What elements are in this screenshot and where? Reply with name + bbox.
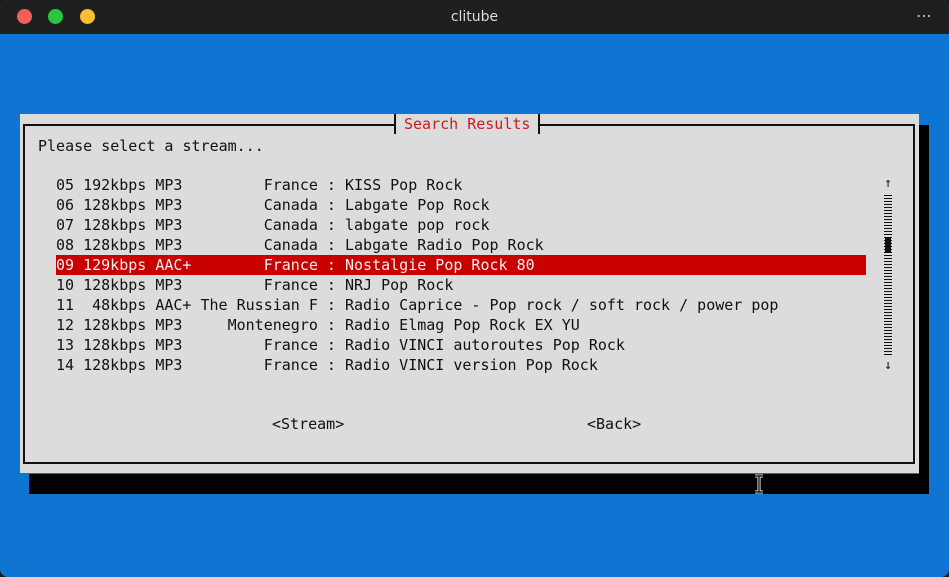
scroll-down-arrow-icon[interactable]: ↓ [880, 359, 896, 373]
stream-row[interactable]: 13 128kbps MP3 France : Radio VINCI auto… [56, 335, 866, 355]
stream-row[interactable]: 12 128kbps MP3 Montenegro : Radio Elmag … [56, 315, 866, 335]
stream-list[interactable]: 05 192kbps MP3 France : KISS Pop Rock 06 … [56, 175, 866, 375]
scrollbar-track[interactable] [884, 193, 892, 355]
stream-row[interactable]: 06 128kbps MP3 Canada : Labgate Pop Rock [56, 195, 866, 215]
stream-row[interactable]: 14 128kbps MP3 France : Radio VINCI vers… [56, 355, 866, 375]
dialog-prompt: Please select a stream... [38, 137, 264, 155]
back-button[interactable]: <Back> [587, 414, 641, 434]
window-title: clitube [450, 9, 499, 25]
scroll-up-arrow-icon[interactable]: ↑ [880, 177, 896, 191]
terminal-window: clitube ⋯ Search Results Please select a… [0, 0, 949, 577]
more-options-icon[interactable]: ⋯ [916, 6, 933, 25]
dialog-shadow-side [919, 125, 929, 494]
title-bar: clitube ⋯ [0, 0, 949, 34]
dialog-shadow [29, 474, 929, 494]
text-cursor-icon [755, 474, 763, 494]
search-results-dialog: Search Results Please select a stream...… [20, 114, 919, 473]
stream-row[interactable]: 10 128kbps MP3 France : NRJ Pop Rock [56, 275, 866, 295]
stream-button[interactable]: <Stream> [272, 414, 344, 434]
stream-row[interactable]: 08 128kbps MP3 Canada : Labgate Radio Po… [56, 235, 866, 255]
scrollbar-thumb[interactable] [885, 238, 891, 253]
stream-row[interactable]: 11 48kbps AAC+ The Russian F : Radio Cap… [56, 295, 866, 315]
stream-row[interactable]: 05 192kbps MP3 France : KISS Pop Rock [56, 175, 866, 195]
stream-row[interactable]: 09 129kbps AAC+ France : Nostalgie Pop R… [56, 255, 866, 275]
stream-row[interactable]: 07 128kbps MP3 Canada : labgate pop rock [56, 215, 866, 235]
scrollbar[interactable]: ↑ ↓ [880, 177, 896, 373]
dialog-title: Search Results [394, 114, 541, 134]
